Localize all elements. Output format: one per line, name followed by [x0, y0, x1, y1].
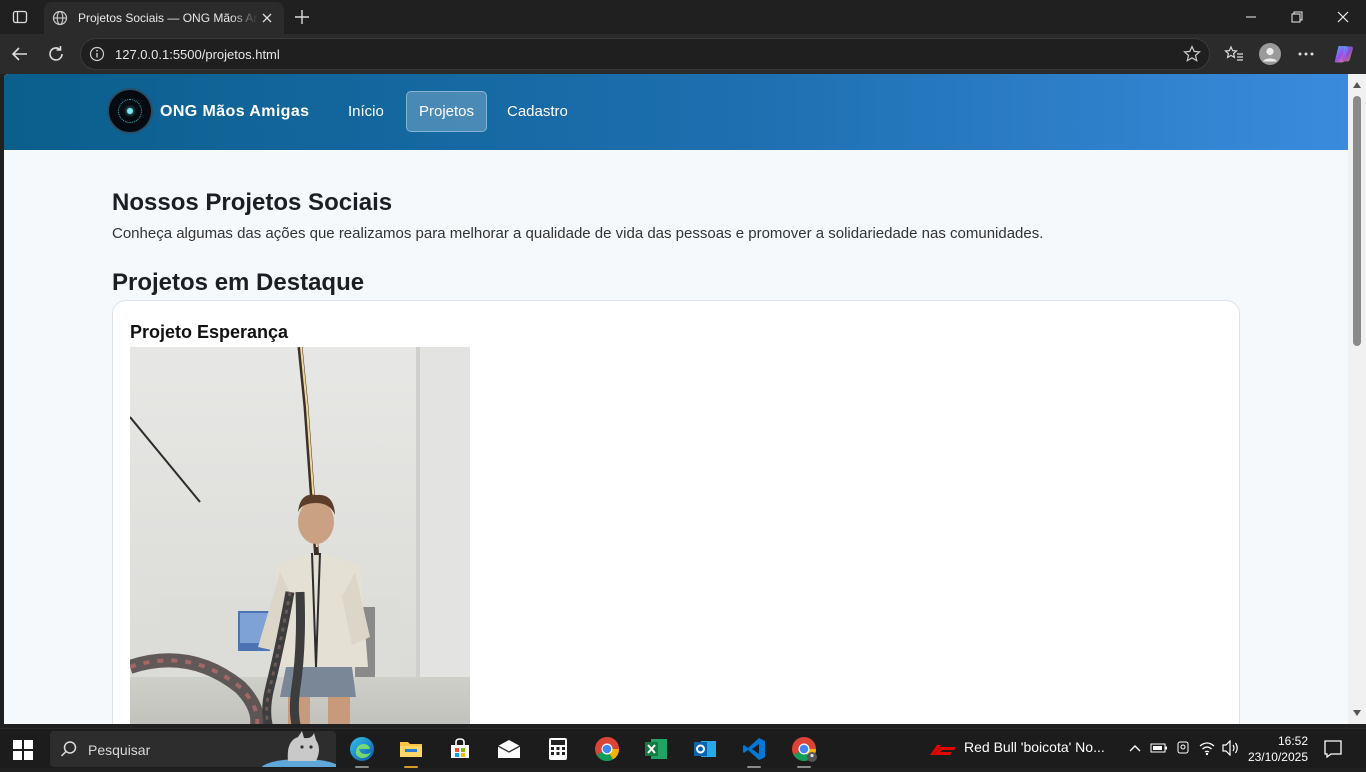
minimize-button[interactable] [1228, 0, 1274, 34]
f1-logo-icon [930, 742, 956, 755]
system-clock[interactable]: 16:52 23/10/2025 [1244, 733, 1308, 765]
clock-time: 16:52 [1277, 734, 1308, 748]
url-text[interactable]: 127.0.0.1:5500/projetos.html [115, 47, 280, 62]
vscode-icon[interactable] [738, 733, 770, 768]
page-lead-text: Conheça algumas das ações que realizamos… [112, 225, 1044, 242]
search-highlight-cat-icon [256, 731, 341, 772]
chrome-profile-icon[interactable] [788, 733, 820, 768]
new-tab-button[interactable] [290, 5, 314, 29]
site-info-icon[interactable] [89, 46, 105, 62]
search-icon [60, 740, 78, 758]
windows-taskbar: Pesquisar Red Bull 'boicota' No... 16:52… [0, 728, 1366, 772]
news-headline: Red Bull 'boicota' No... [964, 739, 1105, 755]
news-widget[interactable]: Red Bull 'boicota' No... [930, 739, 1105, 755]
chevron-up-icon[interactable] [1126, 739, 1144, 757]
favorites-icon[interactable] [1220, 40, 1248, 68]
store-icon[interactable] [444, 733, 476, 765]
windows-start-icon[interactable] [12, 739, 34, 761]
nav-link-projetos[interactable]: Projetos [406, 91, 488, 132]
browser-tab-bar: Projetos Sociais — ONG Mãos Amigas [0, 0, 1366, 34]
outlook-icon[interactable] [689, 733, 721, 765]
address-bar[interactable]: 127.0.0.1:5500/projetos.html [80, 38, 1210, 70]
globe-icon [52, 10, 68, 26]
page-title: Nossos Projetos Sociais [112, 189, 393, 216]
project-card: Projeto Esperança [112, 300, 1240, 724]
nav-link-cadastro[interactable]: Cadastro [495, 91, 580, 132]
clock-date: 23/10/2025 [1247, 750, 1308, 764]
file-explorer-icon[interactable] [395, 733, 427, 768]
project-photo [130, 347, 470, 724]
project-title: Projeto Esperança [130, 322, 289, 342]
taskbar-search-box[interactable]: Pesquisar [50, 731, 341, 772]
page-scrollbar[interactable] [1348, 74, 1366, 724]
calculator-icon[interactable] [542, 733, 574, 765]
restore-button[interactable] [1274, 0, 1320, 34]
mail-icon[interactable] [493, 733, 525, 765]
site-header: ONG Mãos Amigas Início Projetos Cadastro [4, 74, 1348, 150]
notification-icon[interactable] [1323, 739, 1343, 759]
volume-icon[interactable] [1222, 739, 1240, 757]
page-viewport: ONG Mãos Amigas Início Projetos Cadastro… [4, 74, 1348, 724]
browser-toolbar: 127.0.0.1:5500/projetos.html [0, 34, 1366, 74]
search-placeholder: Pesquisar [88, 742, 151, 758]
close-window-button[interactable] [1320, 0, 1366, 34]
nav-link-inicio[interactable]: Início [336, 91, 396, 132]
excel-icon[interactable] [640, 733, 672, 765]
browser-tab-active[interactable]: Projetos Sociais — ONG Mãos Amigas [44, 2, 284, 34]
copilot-icon[interactable] [1330, 40, 1358, 68]
reload-icon[interactable] [42, 40, 70, 68]
more-menu-icon[interactable] [1292, 40, 1320, 68]
back-arrow-icon[interactable] [6, 40, 34, 68]
favorite-star-icon[interactable] [1183, 45, 1201, 63]
ong-logo[interactable] [107, 88, 153, 134]
section-title: Projetos em Destaque [112, 269, 365, 296]
chrome-icon[interactable] [591, 733, 623, 765]
battery-icon[interactable] [1150, 739, 1168, 757]
scroll-down-arrow-icon[interactable] [1353, 710, 1361, 716]
camera-privacy-icon[interactable] [1174, 739, 1192, 757]
wifi-icon[interactable] [1198, 739, 1216, 757]
close-tab-icon[interactable] [258, 9, 276, 27]
brand-name[interactable]: ONG Mãos Amigas [160, 103, 309, 121]
profile-avatar-icon[interactable] [1256, 40, 1284, 68]
edge-icon[interactable] [346, 733, 378, 768]
scrollbar-thumb[interactable] [1353, 96, 1361, 346]
tab-title: Projetos Sociais — ONG Mãos Amigas [78, 11, 258, 25]
scroll-up-arrow-icon[interactable] [1353, 82, 1361, 88]
tab-actions-icon[interactable] [8, 6, 32, 28]
